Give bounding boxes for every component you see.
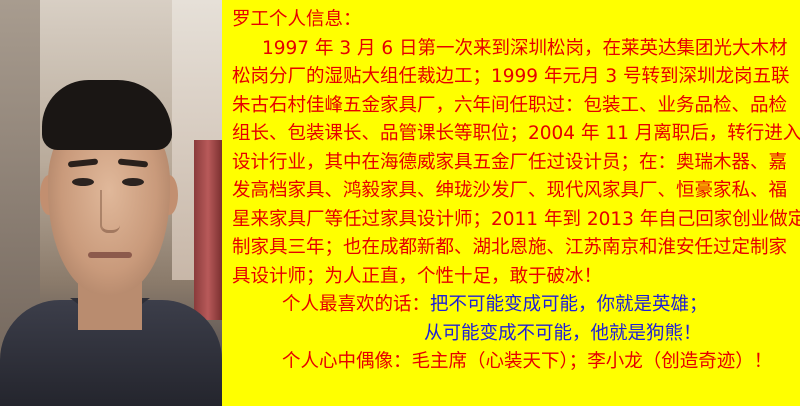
bio-line: 组长、包装课长、品管课长等职位；2004 年 11 月离职后，转行进入 (232, 123, 800, 144)
bio-line: 星来家具厂等任过家具设计师；2011 年到 2013 年自己回家创业做定 (232, 208, 800, 230)
photo-mouth (88, 252, 132, 258)
bio-line: 发高档家具、鸿毅家具、绅珑沙发厂、现代风家具厂、恒豪家私、福 (232, 180, 788, 201)
bio-line: 设计行业，其中在海德威家具五金厂任过设计员；在：奥瑞木器、嘉 (232, 151, 788, 173)
motto-row: 个人最喜欢的话：把不可能变成可能，你就是英雄； (232, 291, 794, 320)
portrait-photo (0, 0, 222, 406)
bio-line: 松岗分厂的湿贴大组任裁边工；1999 年元月 3 号转到深圳龙岗五联 (232, 66, 790, 87)
motto-line-1: 把不可能变成可能，你就是英雄； (430, 294, 708, 315)
photo-hair (42, 80, 172, 150)
photo-eye-left (72, 178, 94, 186)
bio-line: 制家具三年；也在成都新都、湖北恩施、江苏南京和淮安任过定制家 (232, 237, 788, 258)
bio-line: 1997 年 3 月 6 日第一次来到深圳松岗，在莱英达集团光大木材 (262, 37, 788, 59)
photo-eye-right (122, 178, 144, 186)
motto-label: 个人最喜欢的话： (282, 294, 431, 315)
photo-background-curtain (194, 140, 222, 320)
idols-line: 个人心中偶像：毛主席（心装天下）；李小龙（创造奇迹）！ (282, 351, 773, 372)
profile-title: 罗工个人信息： (232, 9, 362, 30)
profile-card: 罗工个人信息： 1997 年 3 月 6 日第一次来到深圳松岗，在莱英达集团光大… (0, 0, 800, 406)
photo-nose (100, 190, 120, 233)
profile-text: 罗工个人信息： 1997 年 3 月 6 日第一次来到深圳松岗，在莱英达集团光大… (232, 6, 800, 377)
bio-line: 朱古石村佳峰五金家具厂，六年间任职过：包装工、业务品检、品检 (232, 94, 788, 116)
motto-line-2: 从可能变成不可能，他就是狗熊！ (424, 322, 702, 344)
bio-line: 具设计师；为人正直，个性十足，敢于破冰！ (232, 265, 603, 287)
